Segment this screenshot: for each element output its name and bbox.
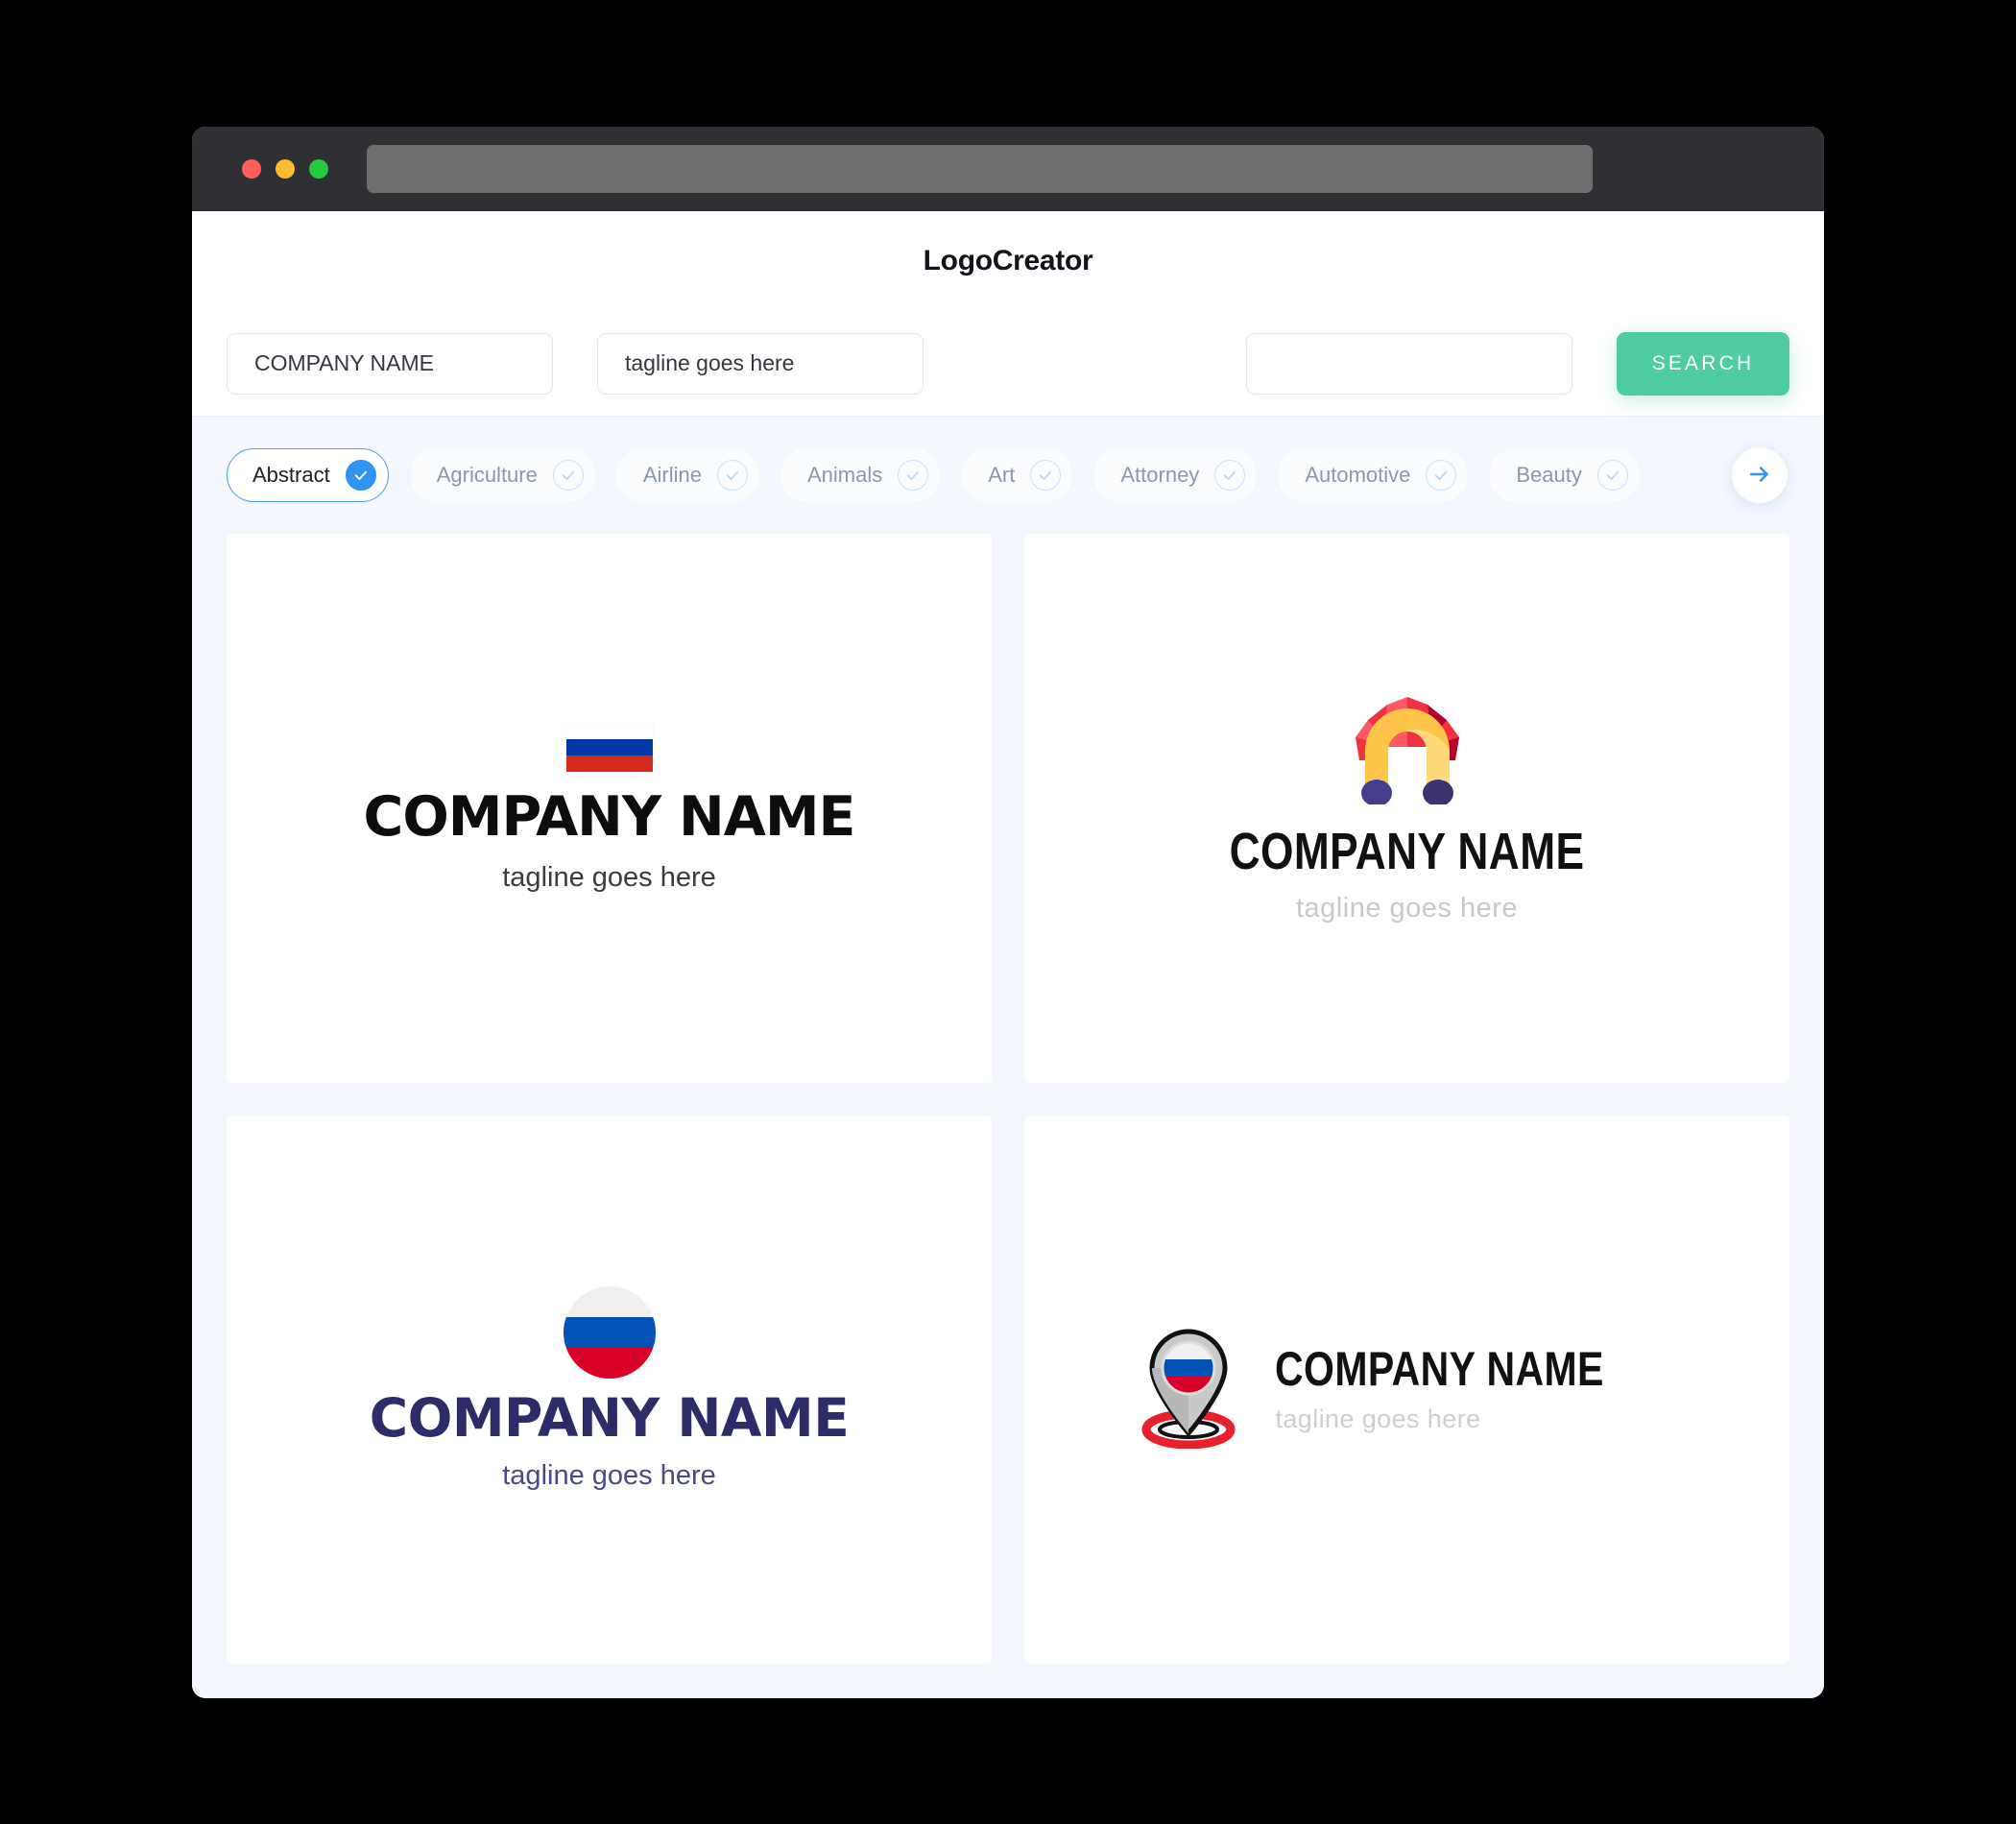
category-chip-label: Art <box>988 463 1016 487</box>
category-chip-label: Abstract <box>252 463 330 487</box>
traffic-lights <box>242 159 328 179</box>
logo-card-2[interactable]: COMPANY NAME tagline goes here <box>1024 534 1789 1083</box>
check-icon <box>345 460 376 491</box>
app-title: LogoCreator <box>923 245 1093 276</box>
minimize-window-button[interactable] <box>276 159 295 179</box>
check-icon <box>1030 460 1062 491</box>
logo-company-name: COMPANY NAME <box>363 784 856 849</box>
category-chip-label: Automotive <box>1305 463 1411 487</box>
category-chip-label: Airline <box>642 463 702 487</box>
close-window-button[interactable] <box>242 159 261 179</box>
category-chip-label: Animals <box>807 463 883 487</box>
category-chip-animals[interactable]: Animals <box>780 448 941 502</box>
logo-card-3[interactable]: COMPANY NAME tagline goes here <box>227 1115 992 1664</box>
browser-window: LogoCreator SEARCH Abstract Agriculture … <box>192 127 1824 1698</box>
russian-flag-circle-icon <box>563 1286 656 1380</box>
check-icon <box>1596 460 1628 491</box>
category-chip-art[interactable]: Art <box>961 448 1073 502</box>
category-filter-bar: Abstract Agriculture Airline Animals Art <box>192 417 1824 534</box>
category-chip-abstract[interactable]: Abstract <box>227 448 389 502</box>
arch-fan-abstract-icon <box>1190 691 1623 805</box>
company-name-input[interactable] <box>227 332 553 395</box>
category-chip-beauty[interactable]: Beauty <box>1489 448 1640 502</box>
category-chip-label: Agriculture <box>436 463 538 487</box>
logo-results-grid: COMPANY NAME tagline goes here COMPANY N… <box>192 534 1824 1698</box>
categories-next-button[interactable] <box>1732 447 1788 503</box>
category-chip-label: Attorney <box>1120 463 1200 487</box>
keyword-input[interactable] <box>1246 332 1572 395</box>
logo-tagline: tagline goes here <box>502 1460 716 1492</box>
category-chip-agriculture[interactable]: Agriculture <box>409 448 595 502</box>
maximize-window-button[interactable] <box>309 159 328 179</box>
check-icon <box>552 460 584 491</box>
logo-company-name: COMPANY NAME <box>1229 823 1585 881</box>
arrow-right-icon <box>1747 462 1772 490</box>
logo-tagline: tagline goes here <box>502 861 716 893</box>
logo-card-1[interactable]: COMPANY NAME tagline goes here <box>227 534 992 1083</box>
category-chip-label: Beauty <box>1516 463 1582 487</box>
app-header: LogoCreator <box>192 211 1824 311</box>
check-icon <box>898 460 929 491</box>
logo-tagline: tagline goes here <box>1275 1404 1481 1433</box>
search-button[interactable]: SEARCH <box>1617 331 1789 396</box>
logo-card-4[interactable]: COMPANY NAME tagline goes here <box>1024 1115 1789 1664</box>
map-pin-flag-icon <box>1137 1326 1240 1453</box>
check-icon <box>1214 460 1246 491</box>
category-chip-automotive[interactable]: Automotive <box>1278 448 1469 502</box>
check-icon <box>1426 460 1457 491</box>
logo-company-name: COMPANY NAME <box>369 1387 850 1450</box>
browser-chrome-bar <box>192 127 1824 211</box>
category-chip-airline[interactable]: Airline <box>615 448 759 502</box>
url-bar[interactable] <box>367 145 1593 193</box>
russian-flag-bar-icon <box>564 722 654 773</box>
logo-tagline: tagline goes here <box>1296 893 1518 924</box>
search-toolbar: SEARCH <box>192 311 1824 417</box>
check-icon <box>717 460 748 491</box>
category-chip-attorney[interactable]: Attorney <box>1093 448 1258 502</box>
tagline-input[interactable] <box>597 332 924 395</box>
logo-company-name: COMPANY NAME <box>1275 1341 1605 1396</box>
